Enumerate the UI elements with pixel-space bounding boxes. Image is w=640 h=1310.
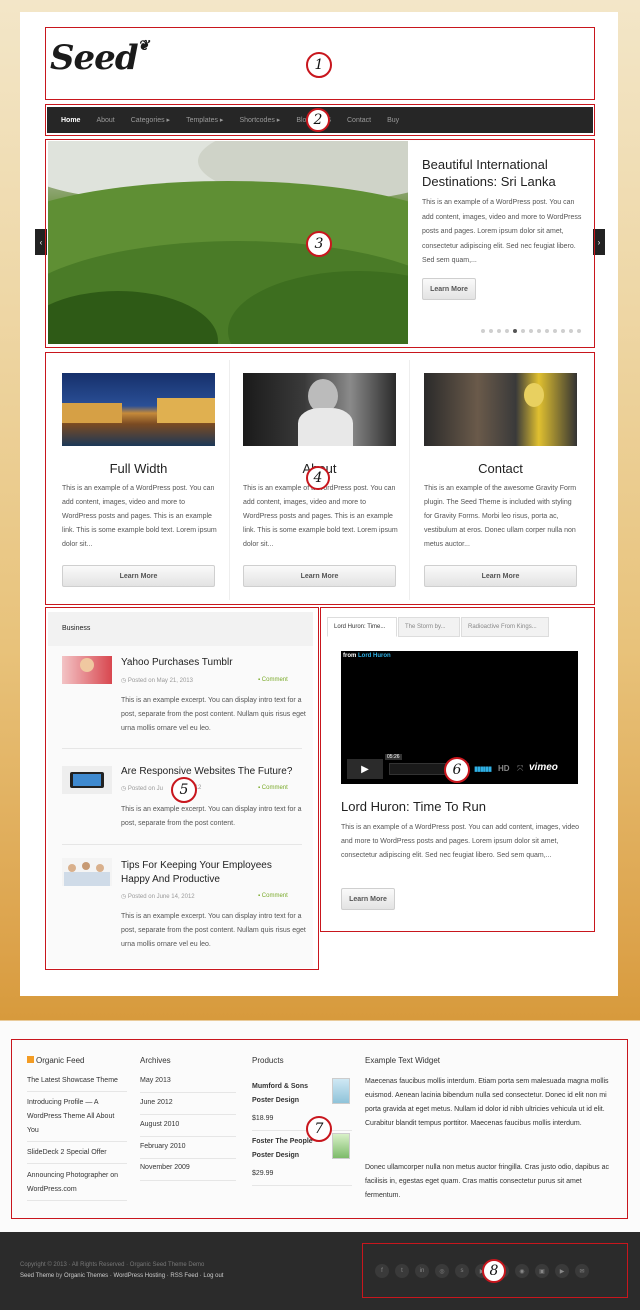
marker-5: 5 (171, 777, 197, 803)
theme-link[interactable]: Seed Theme (20, 1273, 54, 1279)
credits-text: Seed Theme by Organic Themes · WordPress… (20, 1273, 224, 1279)
marker-1: 1 (306, 52, 332, 78)
marker-3: 3 (306, 231, 332, 257)
footer-links[interactable]: Organic Themes · WordPress Hosting · RSS… (64, 1273, 224, 1279)
marker-4: 4 (306, 466, 330, 490)
marker-6: 6 (444, 757, 470, 783)
marker-7: 7 (306, 1116, 332, 1142)
marker-2: 2 (306, 108, 330, 132)
copyright-text: Copyright © 2013 · All Rights Reserved ·… (20, 1262, 205, 1268)
marker-8: 8 (482, 1259, 506, 1283)
